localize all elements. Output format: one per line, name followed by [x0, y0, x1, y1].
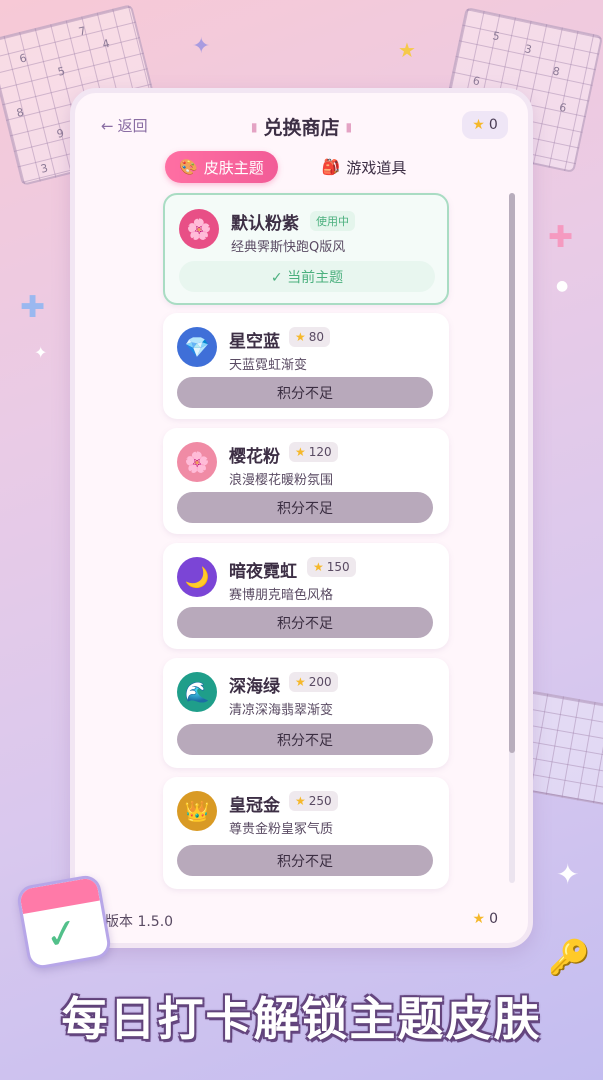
price-value: 250	[308, 794, 332, 808]
skin-card: 🌙 暗夜霓虹 ★ 150 赛博朋克暗色风格 积分不足	[163, 543, 449, 649]
tab-label: 皮肤主题	[203, 158, 264, 177]
header: ← 返回 ▮ 兑换商店 ▮ ★ 0	[75, 93, 528, 153]
tab-label: 游戏道具	[346, 158, 407, 177]
puzzle-piece-icon: ✦	[192, 34, 211, 59]
footer-points: ★ 0	[473, 911, 498, 927]
tab-bar: 🎨 皮肤主题 🎒 游戏道具	[165, 151, 420, 183]
skin-name: 深海绿	[229, 677, 280, 697]
sparkle-icon: ✦	[556, 858, 580, 891]
insufficient-points-button[interactable]: 积分不足	[177, 607, 433, 638]
price-badge: ★ 120	[289, 442, 338, 462]
version-label: 版本 1.5.0	[105, 914, 174, 930]
insufficient-points-button[interactable]: 积分不足	[177, 492, 433, 523]
insufficient-points-button[interactable]: 积分不足	[177, 845, 433, 876]
scrollbar[interactable]	[509, 193, 515, 883]
price-badge: ★ 80	[289, 327, 331, 347]
skin-description: 经典霁斯快跑Q版风	[231, 240, 346, 255]
price-badge: ★ 150	[307, 557, 356, 577]
skin-card: 👑 皇冠金 ★ 250 尊贵金粉皇冢气质 积分不足	[163, 777, 449, 889]
diamond-icon: 💎	[177, 327, 217, 367]
page-title-text: 兑换商店	[263, 117, 340, 139]
insufficient-points-button[interactable]: 积分不足	[177, 724, 433, 755]
skin-card: 🌊 深海绿 ★ 200 清凉深海翡翠渐变 积分不足	[163, 658, 449, 768]
star-icon: ★	[295, 794, 306, 808]
skin-card: 🌸 樱花粉 ★ 120 浪漫樱花暖粉氛围 积分不足	[163, 428, 449, 534]
cherry-blossom-icon: 🌸	[179, 209, 219, 249]
palette-icon: 🎨	[179, 158, 198, 176]
skin-name: 皇冠金	[229, 796, 280, 816]
moon-icon: 🌙	[177, 557, 217, 597]
puzzle-piece-icon: ✚	[548, 220, 574, 255]
star-icon: ★	[295, 675, 306, 689]
backpack-icon: 🎒	[321, 158, 341, 176]
title-decoration-icon: ▮	[250, 120, 258, 134]
points-value: 0	[488, 117, 498, 133]
current-theme-button[interactable]: ✓ 当前主题	[179, 261, 435, 292]
points-badge: ★ 0	[462, 111, 508, 139]
star-icon: ★	[295, 330, 306, 344]
footer: 版本 1.5.0 ★ 0	[75, 905, 528, 937]
promo-banner: 每日打卡解锁主题皮肤	[61, 992, 542, 1046]
page-title: ▮ 兑换商店 ▮	[75, 113, 528, 140]
skin-description: 清凉深海翡翠渐变	[229, 703, 334, 718]
title-decoration-icon: ▮	[345, 120, 353, 134]
key-icon: 🔑	[548, 938, 591, 978]
star-icon: ★	[313, 560, 324, 574]
skin-name: 樱花粉	[229, 447, 280, 467]
footer-points-value: 0	[489, 911, 498, 927]
cherry-blossom-icon: 🌸	[177, 442, 217, 482]
price-value: 200	[308, 675, 332, 689]
skin-card: 💎 星空蓝 ★ 80 天蓝霓虹渐变 积分不足	[163, 313, 449, 419]
in-use-badge: 使用中	[310, 211, 355, 231]
skin-name: 暗夜霓虹	[229, 562, 297, 582]
crown-icon: 👑	[177, 791, 217, 831]
tab-game-items[interactable]: 🎒 游戏道具	[308, 151, 421, 183]
price-value: 80	[308, 330, 325, 344]
star-icon: ★	[472, 117, 485, 133]
skin-name: 星空蓝	[229, 332, 280, 352]
price-value: 150	[326, 560, 350, 574]
wave-icon: 🌊	[177, 672, 217, 712]
puzzle-piece-icon: ✚	[20, 290, 46, 325]
skin-description: 天蓝霓虹渐变	[229, 358, 308, 373]
star-icon: ★	[295, 445, 306, 459]
skin-description: 浪漫樱花暖粉氛围	[229, 473, 334, 488]
skin-description: 赛博朋克暗色风格	[229, 588, 334, 603]
scrollbar-thumb[interactable]	[509, 193, 515, 753]
sparkle-icon: ●	[556, 278, 569, 294]
tab-skin-themes[interactable]: 🎨 皮肤主题	[165, 151, 278, 183]
star-icon: ★	[398, 38, 416, 62]
skin-description: 尊贵金粉皇冢气质	[229, 822, 334, 837]
star-icon: ★	[472, 911, 486, 927]
shop-panel: ← 返回 ▮ 兑换商店 ▮ ★ 0 🎨 皮肤主题 🎒 游戏道具 🌸 默认粉紫 使用中…	[70, 88, 533, 948]
skin-card: 🌸 默认粉紫 使用中 经典霁斯快跑Q版风 ✓ 当前主题	[163, 193, 449, 305]
checkmark-icon: ✓	[41, 908, 83, 961]
price-badge: ★ 200	[289, 672, 338, 692]
insufficient-points-button[interactable]: 积分不足	[177, 377, 433, 408]
price-badge: ★ 250	[289, 791, 338, 811]
sparkle-icon: ✦	[34, 343, 48, 362]
price-value: 120	[308, 445, 332, 459]
calendar-icon: ✓	[15, 873, 113, 971]
skin-name: 默认粉紫	[231, 214, 299, 234]
